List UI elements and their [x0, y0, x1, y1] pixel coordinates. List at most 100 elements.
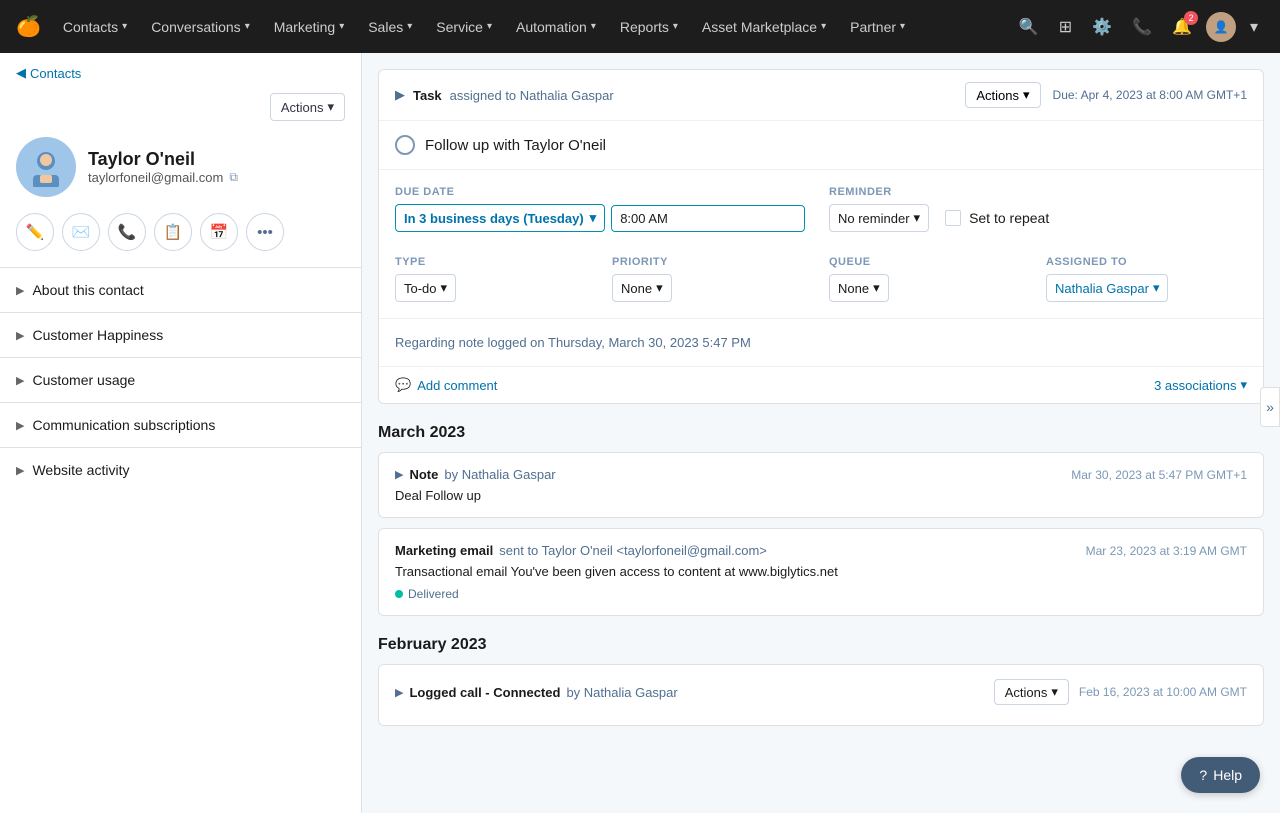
nav-marketing-caret: ▾	[339, 21, 344, 32]
task-collapse-caret[interactable]: ▶	[395, 87, 405, 103]
task-assigned-caret-icon: ▾	[1153, 280, 1160, 296]
communication-subscriptions-caret-icon: ▶	[16, 419, 24, 432]
note-button[interactable]: ✏️	[16, 213, 54, 251]
call-button[interactable]: 📞	[108, 213, 146, 251]
task-priority-field: Priority None ▾	[612, 256, 813, 302]
contact-email: taylorfoneil@gmail.com ⧉	[88, 170, 345, 185]
collapse-panel-button[interactable]: »	[1260, 387, 1280, 427]
delivered-badge: Delivered	[395, 587, 459, 601]
repeat-checkbox[interactable]	[945, 210, 961, 226]
task-actions-caret-icon: ▾	[1023, 87, 1030, 103]
task-card: ▶ Task assigned to Nathalia Gaspar Actio…	[378, 69, 1264, 404]
nav-conversations-caret: ▾	[245, 21, 250, 32]
task-queue-field: Queue None ▾	[829, 256, 1030, 302]
logo-icon[interactable]: 🍊	[16, 14, 41, 39]
avatar-illustration	[26, 147, 66, 187]
nav-sales-caret: ▾	[407, 21, 412, 32]
task-reminder-field: Reminder No reminder ▾ Set to repeat	[829, 186, 1247, 232]
march-2023-label: March 2023	[378, 424, 1264, 442]
nav-conversations[interactable]: Conversations ▾	[141, 13, 260, 41]
due-time-input[interactable]	[611, 205, 805, 232]
more-button[interactable]: •••	[246, 213, 284, 251]
call-collapse-caret[interactable]: ▶	[395, 686, 403, 699]
nav-automation[interactable]: Automation ▾	[506, 13, 606, 41]
topnav: 🍊 Contacts ▾ Conversations ▾ Marketing ▾…	[0, 0, 1280, 53]
email-button[interactable]: ✉️	[62, 213, 100, 251]
note-collapse-caret[interactable]: ▶	[395, 468, 403, 481]
nav-partner-caret: ▾	[900, 21, 905, 32]
copy-email-icon[interactable]: ⧉	[229, 170, 238, 185]
sidebar: ◀ Contacts Actions ▾ Taylor O'neil	[0, 53, 362, 813]
contacts-breadcrumb[interactable]: ◀ Contacts	[16, 65, 345, 81]
notification-count: 2	[1184, 11, 1198, 25]
main-content: ▶ Task assigned to Nathalia Gaspar Actio…	[362, 53, 1280, 813]
about-contact-toggle[interactable]: ▶ About this contact	[0, 268, 361, 312]
nav-sales[interactable]: Sales ▾	[358, 13, 422, 41]
schedule-button[interactable]: 📅	[200, 213, 238, 251]
contact-profile: Taylor O'neil taylorfoneil@gmail.com ⧉	[0, 129, 361, 213]
about-contact-section: ▶ About this contact	[0, 267, 361, 312]
nav-reports[interactable]: Reports ▾	[610, 13, 688, 41]
user-menu-caret[interactable]: ▾	[1244, 11, 1264, 43]
nav-service[interactable]: Service ▾	[426, 13, 502, 41]
february-2023-label: February 2023	[378, 636, 1264, 654]
communication-subscriptions-section: ▶ Communication subscriptions	[0, 402, 361, 447]
customer-usage-section: ▶ Customer usage	[0, 357, 361, 402]
task-priority-select[interactable]: None ▾	[612, 274, 672, 302]
note-body: Deal Follow up	[395, 488, 1247, 503]
task-actions-button[interactable]: Actions ▾	[965, 82, 1040, 108]
customer-usage-toggle[interactable]: ▶ Customer usage	[0, 358, 361, 402]
search-icon[interactable]: 🔍	[1013, 11, 1045, 43]
nav-asset-marketplace[interactable]: Asset Marketplace ▾	[692, 13, 836, 41]
reminder-select-button[interactable]: No reminder ▾	[829, 204, 929, 232]
set-to-repeat-field: Set to repeat	[945, 210, 1049, 226]
customer-usage-caret-icon: ▶	[16, 374, 24, 387]
task-footer: 💬 Add comment 3 associations ▾	[379, 366, 1263, 403]
task-due-reminder-row: Due date In 3 business days (Tuesday) ▾ …	[379, 169, 1263, 248]
about-contact-caret-icon: ▶	[16, 284, 24, 297]
associations-caret-icon: ▾	[1240, 377, 1247, 393]
task-type-row: Type To-do ▾ Priority None ▾ Queue	[379, 248, 1263, 318]
user-avatar[interactable]: 👤	[1206, 12, 1236, 42]
contact-name: Taylor O'neil	[88, 149, 345, 170]
help-button[interactable]: ? Help	[1181, 757, 1260, 793]
phone-icon[interactable]: 📞	[1126, 11, 1158, 43]
comment-icon: 💬	[395, 377, 411, 393]
associations-button[interactable]: 3 associations ▾	[1154, 377, 1247, 393]
nav-reports-caret: ▾	[673, 21, 678, 32]
notifications-icon[interactable]: 🔔 2	[1166, 11, 1198, 43]
website-activity-caret-icon: ▶	[16, 464, 24, 477]
task-type-select[interactable]: To-do ▾	[395, 274, 456, 302]
settings-icon[interactable]: ⚙️	[1086, 11, 1118, 43]
customer-happiness-toggle[interactable]: ▶ Customer Happiness	[0, 313, 361, 357]
task-queue-select[interactable]: None ▾	[829, 274, 889, 302]
task-type-field: Type To-do ▾	[395, 256, 596, 302]
help-icon: ?	[1199, 767, 1207, 783]
sidebar-actions-button[interactable]: Actions ▾	[270, 93, 345, 121]
task-complete-checkbox[interactable]	[395, 135, 415, 155]
due-date-select-button[interactable]: In 3 business days (Tuesday) ▾	[395, 204, 605, 232]
sidebar-actions-caret: ▾	[327, 99, 334, 115]
task-type-caret-icon: ▾	[441, 280, 448, 296]
communication-subscriptions-toggle[interactable]: ▶ Communication subscriptions	[0, 403, 361, 447]
task-button[interactable]: 📋	[154, 213, 192, 251]
call-actions-caret-icon: ▾	[1051, 684, 1058, 700]
task-title-row: Follow up with Taylor O'neil	[379, 121, 1263, 169]
customer-happiness-caret-icon: ▶	[16, 329, 24, 342]
nav-marketing[interactable]: Marketing ▾	[264, 13, 355, 41]
marketplace-icon[interactable]: ⊞	[1053, 11, 1078, 43]
call-actions-button[interactable]: Actions ▾	[994, 679, 1069, 705]
task-due-label: Due: Apr 4, 2023 at 8:00 AM GMT+1	[1053, 88, 1247, 102]
email-body: Transactional email You've been given ac…	[395, 564, 1247, 579]
add-comment-button[interactable]: 💬 Add comment	[395, 377, 497, 393]
note-timeline-item: ▶ Note by Nathalia Gaspar Mar 30, 2023 a…	[378, 452, 1264, 518]
due-date-caret-icon: ▾	[590, 210, 597, 226]
website-activity-section: ▶ Website activity	[0, 447, 361, 492]
contact-avatar	[16, 137, 76, 197]
nav-asset-marketplace-caret: ▾	[821, 21, 826, 32]
task-assigned-select[interactable]: Nathalia Gaspar ▾	[1046, 274, 1168, 302]
website-activity-toggle[interactable]: ▶ Website activity	[0, 448, 361, 492]
nav-partner[interactable]: Partner ▾	[840, 13, 915, 41]
nav-contacts[interactable]: Contacts ▾	[53, 13, 137, 41]
delivered-dot	[395, 590, 403, 598]
